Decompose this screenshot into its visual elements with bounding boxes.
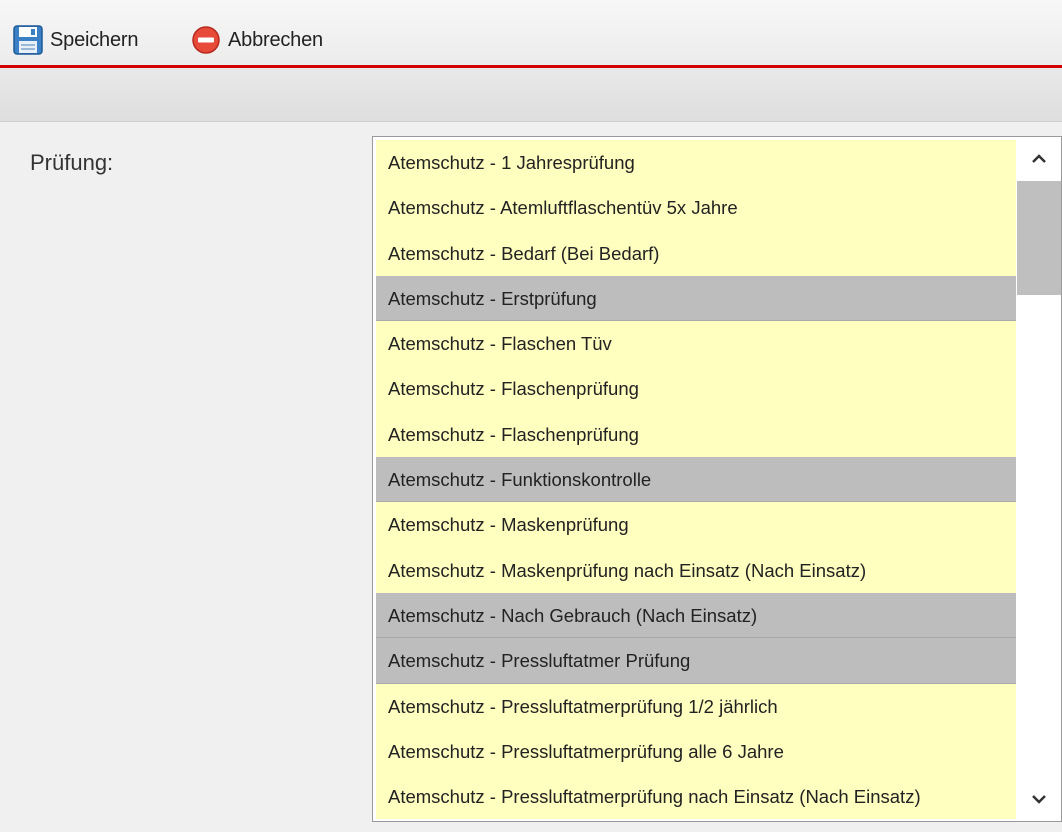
- pruefung-label: Prüfung:: [30, 150, 114, 175]
- list-item[interactable]: Atemschutz - Flaschenprüfung: [376, 366, 1016, 412]
- list-item[interactable]: Atemschutz - Flaschen Tüv: [376, 321, 1016, 367]
- toolbar: Speichern Abbrechen: [0, 0, 1062, 68]
- floppy-disk-icon: [12, 24, 44, 56]
- list-item[interactable]: Atemschutz - Maskenprüfung: [376, 502, 1016, 548]
- list-item[interactable]: Atemschutz - Nach Gebrauch (Nach Einsatz…: [376, 592, 1016, 639]
- list-item[interactable]: Atemschutz - Erstprüfung: [376, 275, 1016, 322]
- list-item[interactable]: Atemschutz - Pressluftatmer Prüfung: [376, 638, 1016, 684]
- save-label: Speichern: [50, 28, 139, 51]
- list-item[interactable]: Atemschutz - Bedarf (Bei Bedarf): [376, 230, 1016, 276]
- list-item[interactable]: Atemschutz - Pressluftatmerprüfung nach …: [376, 774, 1016, 820]
- list-item[interactable]: Atemschutz - Pressluftatmerprüfung 1/2 j…: [376, 683, 1016, 729]
- vertical-scrollbar[interactable]: [1017, 137, 1061, 821]
- pruefung-listbox[interactable]: Atemschutz - 1 Jahresprüfung Atemschutz -…: [372, 136, 1062, 822]
- scroll-up-button[interactable]: [1017, 137, 1061, 181]
- cancel-button[interactable]: Abbrechen: [190, 24, 323, 56]
- save-button[interactable]: Speichern: [12, 24, 138, 56]
- chevron-down-icon: [1032, 795, 1046, 804]
- chevron-up-icon: [1032, 154, 1046, 163]
- minus-circle-icon: [190, 24, 222, 56]
- list-item[interactable]: Atemschutz - Funktionskontrolle: [376, 457, 1016, 503]
- list-item[interactable]: Atemschutz - Pressluftatmerprüfung alle …: [376, 728, 1016, 775]
- pruefung-list: Atemschutz - 1 Jahresprüfung Atemschutz -…: [376, 140, 1016, 820]
- list-item[interactable]: Atemschutz - Flaschenprüfung: [376, 411, 1016, 458]
- scroll-down-button[interactable]: [1017, 777, 1061, 821]
- cancel-label: Abbrechen: [228, 28, 323, 51]
- list-item[interactable]: Atemschutz - 1 Jahresprüfung: [376, 140, 1016, 186]
- list-item[interactable]: Atemschutz - Maskenprüfung nach Einsatz …: [376, 547, 1016, 593]
- scroll-thumb[interactable]: [1017, 181, 1061, 295]
- sub-toolbar: [0, 68, 1062, 122]
- list-item[interactable]: Atemschutz - Atemluftflaschentüv 5x Jahr…: [376, 185, 1016, 231]
